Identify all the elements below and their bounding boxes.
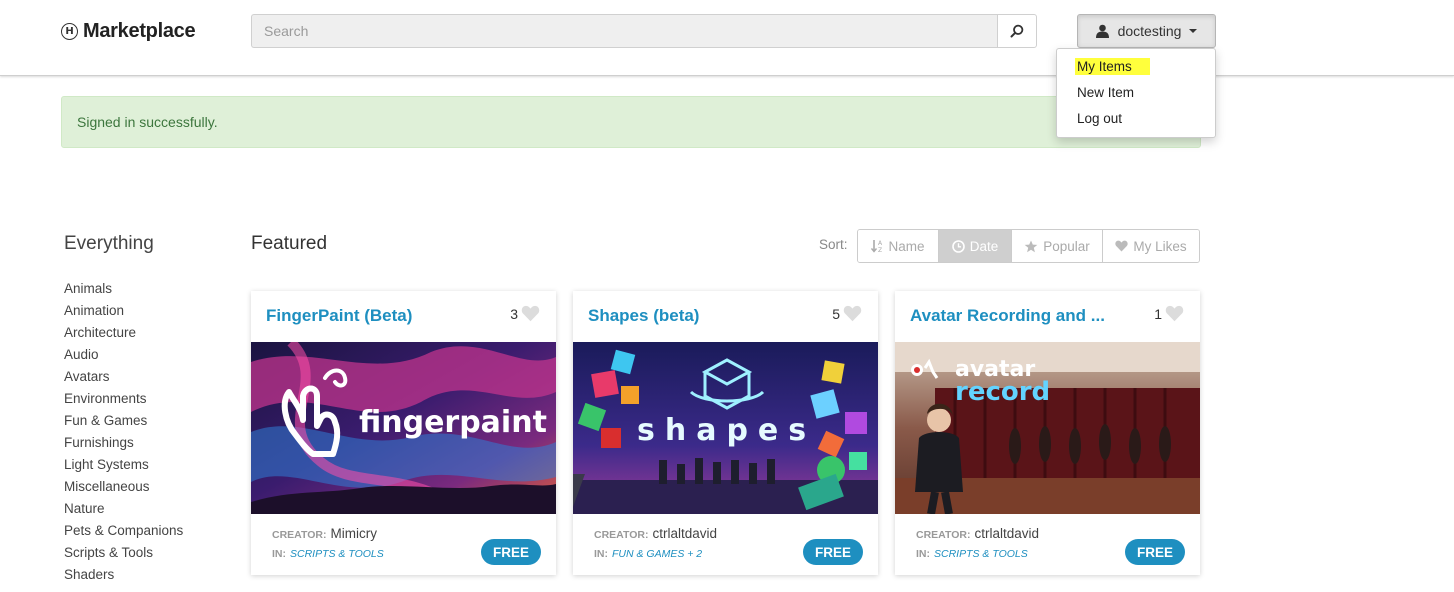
- top-header: H Marketplace doctesting: [0, 0, 1454, 76]
- category-link[interactable]: FUN & GAMES + 2: [612, 548, 702, 560]
- search-icon: [1010, 24, 1024, 38]
- menu-item-new-item[interactable]: New Item: [1057, 81, 1215, 107]
- category-row: IN: SCRIPTS & TOOLS: [272, 548, 384, 560]
- record-logo-text: record: [955, 377, 1050, 407]
- item-title[interactable]: Avatar Recording and ...: [910, 306, 1105, 326]
- star-icon: [1024, 240, 1038, 253]
- category-item-light-systems[interactable]: Light Systems: [64, 456, 183, 478]
- brand[interactable]: H Marketplace: [61, 19, 196, 43]
- creator-label: CREATOR:: [594, 529, 649, 541]
- category-item-architecture[interactable]: Architecture: [64, 324, 183, 346]
- item-title[interactable]: FingerPaint (Beta): [266, 306, 412, 326]
- menu-item-log-out[interactable]: Log out: [1057, 107, 1215, 133]
- brand-logo-icon: H: [61, 22, 78, 40]
- category-title[interactable]: Everything: [64, 233, 154, 255]
- like-count[interactable]: 5: [832, 305, 862, 322]
- like-count[interactable]: 3: [510, 305, 540, 322]
- sort-name-button[interactable]: AZ Name: [858, 230, 939, 262]
- category-item-scripts-tools[interactable]: Scripts & Tools: [64, 544, 183, 566]
- category-link[interactable]: SCRIPTS & TOOLS: [934, 548, 1028, 560]
- clock-icon: [951, 239, 965, 253]
- free-button[interactable]: FREE: [481, 539, 541, 565]
- creator-name[interactable]: Mimicry: [330, 526, 377, 541]
- creator-label: CREATOR:: [916, 529, 971, 541]
- user-menu-button[interactable]: doctesting: [1077, 14, 1216, 48]
- heart-icon: [1165, 305, 1184, 322]
- like-count-value: 3: [510, 305, 518, 322]
- like-count-value: 1: [1154, 305, 1162, 322]
- like-count[interactable]: 1: [1154, 305, 1184, 322]
- sort-name-label: Name: [888, 238, 925, 254]
- in-label: IN:: [272, 548, 286, 560]
- search-button[interactable]: [997, 14, 1037, 48]
- creator-row: CREATOR: Mimicry: [272, 526, 377, 541]
- sort-my-likes-button[interactable]: My Likes: [1103, 230, 1199, 262]
- sort-button-group: AZ Name Date Popular My Likes: [857, 229, 1200, 263]
- category-item-fun-games[interactable]: Fun & Games: [64, 412, 183, 434]
- item-thumbnail[interactable]: fingerpaint: [251, 342, 556, 514]
- username: doctesting: [1117, 23, 1182, 39]
- creator-label: CREATOR:: [272, 529, 327, 541]
- item-title[interactable]: Shapes (beta): [588, 306, 699, 326]
- category-item-audio[interactable]: Audio: [64, 346, 183, 368]
- category-row: IN: SCRIPTS & TOOLS: [916, 548, 1028, 560]
- sort-date-button[interactable]: Date: [939, 230, 1012, 262]
- item-card-shapes[interactable]: Shapes (beta) 5 shapes CREATOR: ctrlaltd…: [573, 291, 878, 575]
- category-item-shaders[interactable]: Shaders: [64, 566, 183, 588]
- category-item-animation[interactable]: Animation: [64, 302, 183, 324]
- featured-title: Featured: [251, 233, 328, 254]
- item-card-fingerpaint[interactable]: FingerPaint (Beta) 3 fingerpaint CREATOR…: [251, 291, 556, 575]
- free-button[interactable]: FREE: [1125, 539, 1185, 565]
- category-item-pets-companions[interactable]: Pets & Companions: [64, 522, 183, 544]
- search-input[interactable]: [251, 14, 997, 48]
- like-count-value: 5: [832, 305, 840, 322]
- creator-row: CREATOR: ctrlaltdavid: [594, 526, 717, 541]
- item-thumbnail[interactable]: shapes: [573, 342, 878, 514]
- item-thumbnail[interactable]: avatar record: [895, 342, 1200, 514]
- heart-icon: [843, 305, 862, 322]
- category-item-environments[interactable]: Environments: [64, 390, 183, 412]
- brand-name: Marketplace: [83, 19, 196, 42]
- category-row: IN: FUN & GAMES + 2: [594, 548, 702, 560]
- caret-down-icon: [1189, 29, 1198, 33]
- sort-popular-button[interactable]: Popular: [1012, 230, 1103, 262]
- sort-name-icon: AZ: [871, 239, 883, 253]
- creator-name[interactable]: ctrlaltdavid: [974, 526, 1039, 541]
- free-button[interactable]: FREE: [803, 539, 863, 565]
- heart-icon: [1115, 240, 1129, 252]
- in-label: IN:: [916, 548, 930, 560]
- svg-text:Z: Z: [878, 247, 882, 253]
- sort-date-label: Date: [969, 238, 999, 254]
- user-icon: [1095, 24, 1109, 38]
- fingerpaint-logo-text: fingerpaint: [359, 405, 547, 440]
- heart-icon: [521, 305, 540, 322]
- search-box: [251, 14, 1037, 48]
- category-item-furnishings[interactable]: Furnishings: [64, 434, 183, 456]
- sort-popular-label: Popular: [1043, 238, 1090, 254]
- category-item-avatars[interactable]: Avatars: [64, 368, 183, 390]
- menu-item-label: My Items: [1075, 58, 1150, 75]
- svg-text:A: A: [878, 240, 883, 247]
- shapes-logo-text: shapes: [637, 413, 816, 448]
- sort-label: Sort:: [819, 237, 848, 252]
- category-item-nature[interactable]: Nature: [64, 500, 183, 522]
- category-item-animals[interactable]: Animals: [64, 280, 183, 302]
- menu-item-my-items[interactable]: My Items: [1057, 55, 1215, 81]
- creator-name[interactable]: ctrlaltdavid: [652, 526, 717, 541]
- item-card-avatar-recording[interactable]: Avatar Recording and ... 1 avatar record…: [895, 291, 1200, 575]
- sort-my-likes-label: My Likes: [1133, 238, 1187, 254]
- creator-row: CREATOR: ctrlaltdavid: [916, 526, 1039, 541]
- success-alert: Signed in successfully.: [61, 96, 1201, 148]
- in-label: IN:: [594, 548, 608, 560]
- category-item-miscellaneous[interactable]: Miscellaneous: [64, 478, 183, 500]
- category-link[interactable]: SCRIPTS & TOOLS: [290, 548, 384, 560]
- user-dropdown-menu: My Items New Item Log out: [1056, 48, 1216, 138]
- category-list: Animals Animation Architecture Audio Ava…: [64, 280, 183, 588]
